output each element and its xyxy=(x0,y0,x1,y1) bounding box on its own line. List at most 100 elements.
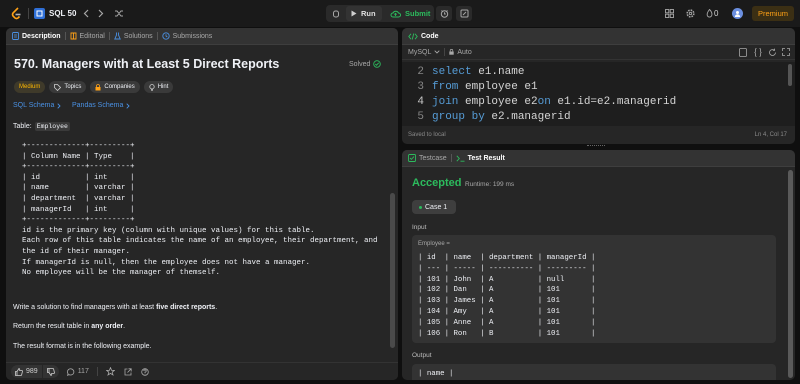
tag-row: Medium Topics Companies Hint xyxy=(14,81,174,93)
chevron-right-icon xyxy=(57,102,62,109)
description-scrollbar[interactable] xyxy=(390,193,395,348)
input-table: | id | name | department | managerId | |… xyxy=(418,254,596,338)
pass-dot xyxy=(419,205,422,209)
table-label: Table: xyxy=(13,123,32,130)
document-icon xyxy=(12,32,19,40)
auto-save-toggle[interactable]: Auto xyxy=(449,48,472,56)
cloud-upload-icon xyxy=(390,10,401,18)
settings-gear-icon[interactable] xyxy=(685,8,696,19)
streak-count: 0 xyxy=(714,9,719,18)
input-box: Employee = | id | name | department | ma… xyxy=(412,235,776,343)
flask-icon xyxy=(113,32,121,40)
code-editor[interactable]: 2 select e1.name 3 from employee e1 4 join … xyxy=(402,62,795,126)
tab-submissions[interactable]: Submissions xyxy=(161,32,213,40)
study-plan-title[interactable]: SQL 50 xyxy=(49,9,76,18)
pandas-schema-link[interactable]: Pandas Schema xyxy=(72,102,131,109)
topics-tag[interactable]: Topics xyxy=(49,81,87,93)
prev-problem-icon[interactable] xyxy=(81,8,91,19)
editor-scrollbar[interactable] xyxy=(788,64,792,86)
comment-count: 117 xyxy=(77,368,89,375)
code-text: employee e2 xyxy=(458,95,538,108)
solved-label: Solved xyxy=(349,60,371,68)
tag-icon xyxy=(54,83,62,91)
sql-schema-link[interactable]: SQL Schema xyxy=(13,102,62,109)
tab-description-label: Description xyxy=(22,32,61,40)
code-text: e1.id=e2.managerid xyxy=(550,95,677,108)
shuffle-icon[interactable] xyxy=(113,8,125,19)
input-label: Input xyxy=(412,224,427,231)
next-problem-icon[interactable] xyxy=(96,8,106,19)
hint-label: Hint xyxy=(157,84,169,90)
line-number: 2 xyxy=(417,65,424,78)
companies-tag[interactable]: Companies xyxy=(90,81,140,93)
debug-icon[interactable] xyxy=(330,7,342,20)
tab-editorial[interactable]: Editorial xyxy=(70,32,105,40)
avatar[interactable] xyxy=(732,8,743,19)
language-label: MySQL xyxy=(408,48,432,56)
line-number: 5 xyxy=(417,110,424,123)
line-number: 3 xyxy=(417,80,424,93)
submit-button[interactable]: Submit xyxy=(386,6,432,21)
req-bold: five direct reports xyxy=(156,304,216,311)
language-select[interactable]: MySQL xyxy=(408,49,440,56)
tab-testcase-label: Testcase xyxy=(419,154,447,162)
tab-solutions-label: Solutions xyxy=(123,32,153,40)
timer-icon[interactable] xyxy=(436,6,452,21)
code-line: 4 join employee e2 on e1.id=e2.managerid xyxy=(402,94,676,109)
tab-testcase[interactable]: Testcase xyxy=(408,154,447,162)
format-paragraph: The result format is in the following ex… xyxy=(13,343,152,350)
share-icon[interactable] xyxy=(124,367,132,376)
thumbs-down-icon xyxy=(46,367,55,376)
star-icon[interactable] xyxy=(105,367,115,376)
comments-button[interactable]: 117 xyxy=(66,367,89,376)
terminal-icon xyxy=(456,154,465,162)
case-1-label: Case 1 xyxy=(425,203,448,211)
study-plan-icon[interactable] xyxy=(34,8,45,19)
tab-solutions[interactable]: Solutions xyxy=(113,32,153,40)
topics-label: Topics xyxy=(64,84,82,90)
lightbulb-icon xyxy=(149,83,155,91)
check-circle-icon xyxy=(373,60,382,68)
tab-code[interactable]: Code xyxy=(408,33,439,40)
format-braces-icon[interactable] xyxy=(754,48,762,57)
output-box: | name | xyxy=(412,364,776,380)
hint-tag[interactable]: Hint xyxy=(143,81,174,93)
description-panel: Description Editorial Solutions Submissi… xyxy=(6,28,398,380)
result-scrollbar[interactable] xyxy=(788,170,793,378)
note-icon[interactable] xyxy=(456,6,472,21)
like-button[interactable]: 989 xyxy=(11,365,42,378)
difficulty-badge: Medium xyxy=(14,81,46,93)
result-status: Accepted xyxy=(412,177,462,189)
sql-schema-label: SQL Schema xyxy=(13,102,55,109)
dislike-button[interactable] xyxy=(42,365,59,378)
lock-icon xyxy=(449,49,455,55)
run-button[interactable]: Run xyxy=(346,6,382,21)
help-icon[interactable] xyxy=(141,367,149,376)
result-panel: Testcase Test Result Accepted Runtime: 1… xyxy=(402,150,795,380)
history-icon xyxy=(161,32,170,40)
premium-button[interactable]: Premium xyxy=(752,6,794,21)
fullscreen-icon[interactable] xyxy=(782,48,790,56)
tab-submissions-label: Submissions xyxy=(172,32,213,40)
code-line: 3 from employee e1 xyxy=(402,79,537,94)
resize-handle[interactable] xyxy=(587,145,605,147)
code-keyword: join xyxy=(432,95,459,108)
result-tabs: Testcase Test Result xyxy=(402,150,795,167)
run-label: Run xyxy=(361,9,376,18)
order-end: . xyxy=(123,323,126,330)
play-icon xyxy=(351,10,357,17)
tab-description[interactable]: Description xyxy=(12,32,61,40)
reset-icon[interactable] xyxy=(768,48,777,57)
tab-test-result[interactable]: Test Result xyxy=(456,155,505,162)
layout-grid-icon[interactable] xyxy=(664,8,675,19)
code-keyword: select xyxy=(432,65,472,78)
schema-block: +-------------+---------+ | Column Name … xyxy=(22,142,378,278)
leetcode-logo-icon[interactable] xyxy=(10,7,22,20)
tab-test-result-label: Test Result xyxy=(467,154,505,162)
case-1-button[interactable]: Case 1 xyxy=(412,200,456,214)
streak-flame-icon[interactable] xyxy=(705,8,713,19)
auto-label: Auto xyxy=(457,48,472,56)
runtime: Runtime: 199 ms xyxy=(465,181,515,188)
book-icon xyxy=(70,32,77,40)
bookmark-icon[interactable] xyxy=(739,48,747,57)
